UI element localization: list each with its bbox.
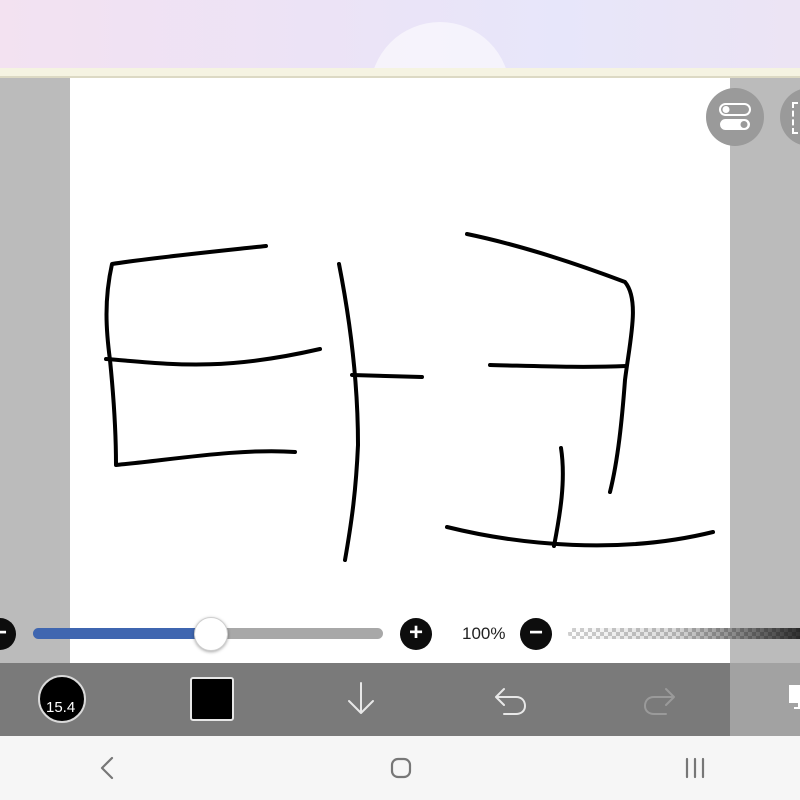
opacity-value: 100% — [462, 624, 506, 643]
layers-panel-button[interactable] — [730, 663, 800, 736]
system-navigation-bar — [0, 736, 800, 800]
brush-size-slider-fill — [33, 628, 210, 639]
plus-icon: + — [408, 619, 423, 646]
slider-row: − + 100% − — [0, 612, 800, 656]
color-swatch-button[interactable] — [190, 677, 234, 721]
brush-size-slider-thumb[interactable] — [193, 617, 228, 651]
undo-icon[interactable] — [490, 679, 530, 719]
minus-left-button[interactable]: − — [0, 618, 16, 650]
decrease-opacity-button[interactable]: − — [520, 618, 552, 650]
minus-icon: − — [0, 619, 7, 646]
home-icon[interactable] — [381, 752, 421, 784]
top-banner — [0, 0, 800, 68]
toggle-settings-icon — [719, 103, 751, 130]
frame-icon — [792, 102, 800, 134]
layers-icon — [789, 685, 800, 709]
arrow-down-icon[interactable] — [341, 679, 381, 719]
brush-size-label: 15.4 — [46, 699, 76, 716]
toggle-settings-button[interactable] — [706, 88, 764, 146]
chevron-left-icon[interactable] — [88, 752, 128, 784]
bottom-toolbar: 15.4 — [0, 663, 730, 736]
increase-size-button[interactable]: + — [400, 618, 432, 650]
brush-size-button[interactable]: 15.4 — [38, 675, 86, 723]
minus-icon: − — [528, 619, 543, 646]
redo-icon[interactable] — [640, 679, 680, 719]
banner-border — [0, 68, 800, 78]
recents-icon[interactable] — [675, 752, 715, 784]
workspace-right-margin — [730, 78, 800, 663]
banner-cloud-decoration — [370, 22, 510, 68]
drawing-canvas[interactable] — [70, 78, 730, 663]
opacity-slider[interactable] — [568, 628, 800, 639]
workspace-left-margin — [0, 78, 70, 663]
